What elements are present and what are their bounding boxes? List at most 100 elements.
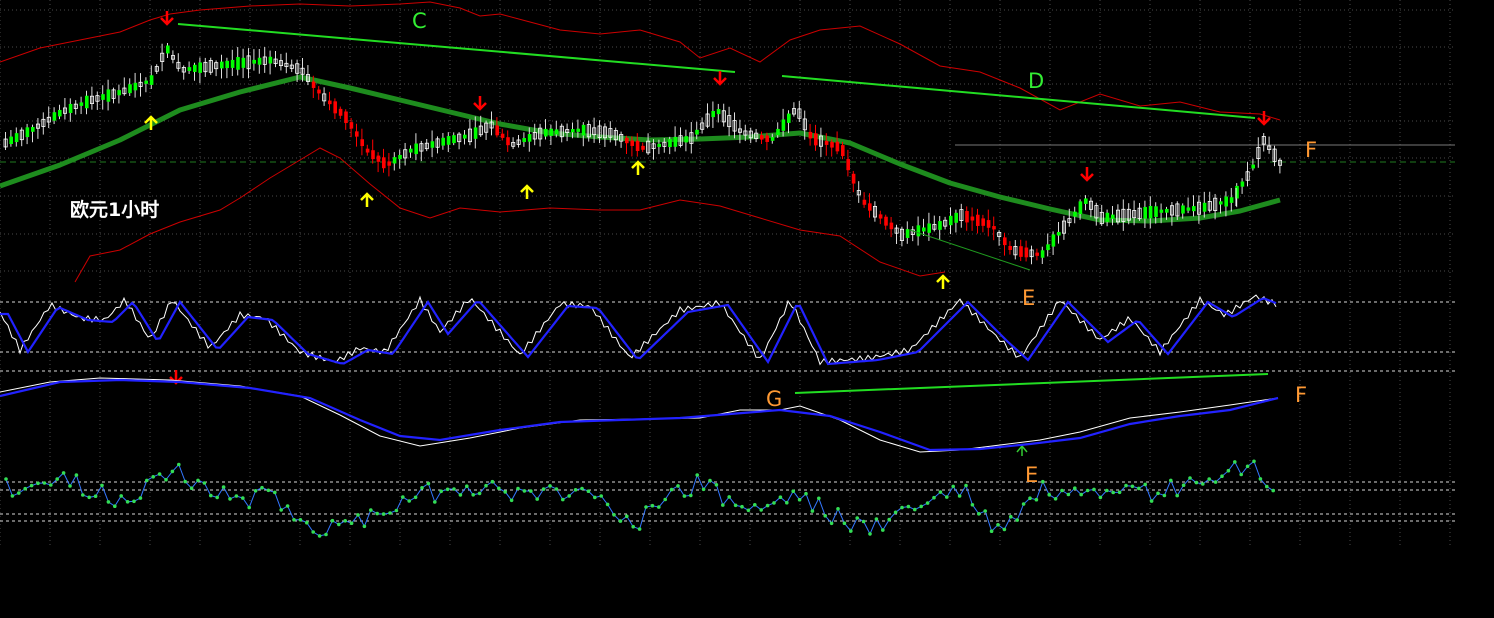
- candle-body: [14, 133, 19, 143]
- arrow-up-icon: [520, 184, 534, 199]
- osc3-point: [906, 504, 911, 509]
- osc3-point: [567, 494, 571, 498]
- candle-body: [1046, 244, 1050, 251]
- label-f-main: F: [1305, 138, 1317, 162]
- osc3-point: [234, 494, 239, 498]
- trendline-c: [177, 23, 736, 73]
- osc3-point: [836, 507, 840, 511]
- candle-body: [1143, 206, 1147, 219]
- osc3-point: [260, 485, 264, 490]
- osc3-point: [804, 491, 808, 496]
- candle-body: [230, 59, 235, 68]
- osc3-point: [1162, 493, 1167, 498]
- osc3-point: [87, 495, 91, 500]
- osc3-point: [177, 462, 181, 467]
- osc3-point: [817, 496, 821, 501]
- candle-body: [581, 124, 586, 136]
- candle-body: [1251, 164, 1255, 169]
- candle-body: [1165, 208, 1169, 213]
- osc3-point: [74, 473, 79, 477]
- candle-body: [878, 214, 883, 219]
- osc3-point: [1149, 499, 1154, 503]
- osc3-point: [503, 490, 508, 494]
- candle-body: [441, 137, 445, 146]
- candle-body: [360, 139, 364, 147]
- osc3-point: [900, 505, 904, 510]
- osc3-point: [881, 528, 885, 532]
- osc3-point: [1009, 514, 1013, 519]
- osc3-point: [1060, 488, 1064, 493]
- osc3-point: [49, 483, 53, 487]
- candle-body: [333, 101, 337, 114]
- arrow-down-icon: [473, 96, 487, 111]
- candle-body: [884, 216, 888, 226]
- osc3-point: [829, 521, 834, 526]
- candle-body: [781, 119, 786, 131]
- label-d: D: [1028, 69, 1044, 93]
- candle-body: [927, 223, 931, 233]
- osc3-point: [125, 500, 130, 504]
- osc3-point: [1252, 459, 1256, 464]
- osc3-point: [68, 484, 72, 488]
- osc3-point: [324, 532, 328, 537]
- candle-body: [1019, 246, 1023, 257]
- osc3-point: [797, 497, 802, 502]
- candle-body: [1057, 231, 1061, 236]
- osc3-point: [1124, 483, 1128, 488]
- candle-body: [625, 137, 629, 144]
- candle-body: [52, 112, 57, 121]
- candle-body: [328, 100, 332, 105]
- osc3-point: [305, 520, 309, 525]
- osc3-point: [1034, 497, 1039, 502]
- candle-body: [1159, 209, 1164, 213]
- arrow-down-icon: [1080, 167, 1094, 182]
- candle-body: [1008, 246, 1012, 250]
- candle-body: [841, 145, 845, 157]
- candle-body: [241, 57, 246, 68]
- osc3-point: [605, 502, 610, 507]
- osc3-point: [746, 508, 751, 513]
- osc3-point: [657, 505, 661, 509]
- osc3-point: [381, 512, 386, 516]
- candle-body: [392, 157, 397, 164]
- osc3-point: [1226, 468, 1231, 473]
- osc3-point: [778, 495, 783, 500]
- candles: [3, 43, 1283, 265]
- osc3-point: [311, 530, 316, 534]
- osc3-point: [1092, 487, 1096, 492]
- candle-body: [371, 150, 375, 160]
- osc3-point: [1002, 527, 1007, 532]
- candle-body: [544, 128, 548, 137]
- candle-body: [463, 134, 467, 139]
- candle-body: [684, 136, 688, 143]
- candle-body: [787, 113, 791, 123]
- osc3-point: [701, 487, 706, 492]
- osc3-point: [733, 503, 738, 508]
- osc3-point: [1028, 496, 1032, 501]
- candle-body: [571, 129, 575, 133]
- osc3-point: [1111, 490, 1115, 495]
- candle-body: [198, 62, 202, 73]
- oscillator-3: [4, 459, 1275, 538]
- candle-body: [630, 140, 634, 146]
- candle-body: [716, 109, 721, 115]
- osc3-point: [535, 497, 539, 501]
- osc3-point: [893, 510, 898, 515]
- osc3-point: [644, 505, 648, 509]
- candle-body: [311, 81, 316, 88]
- osc3-point: [1015, 518, 1019, 522]
- chart-stage: 欧元1小时 C D F E G F E: [0, 0, 1494, 618]
- candle-body: [106, 89, 111, 102]
- candle-body: [1192, 206, 1196, 212]
- osc3-point: [823, 514, 827, 518]
- candle-body: [144, 80, 148, 84]
- candle-body: [1202, 202, 1207, 212]
- osc3-point: [375, 511, 380, 516]
- candle-body: [128, 84, 132, 94]
- osc3-point: [855, 516, 859, 520]
- osc3-point: [164, 477, 168, 482]
- osc3-point: [945, 495, 949, 499]
- candle-body: [193, 64, 197, 72]
- osc3-point: [1245, 464, 1250, 469]
- label-e-1: E: [1022, 286, 1035, 310]
